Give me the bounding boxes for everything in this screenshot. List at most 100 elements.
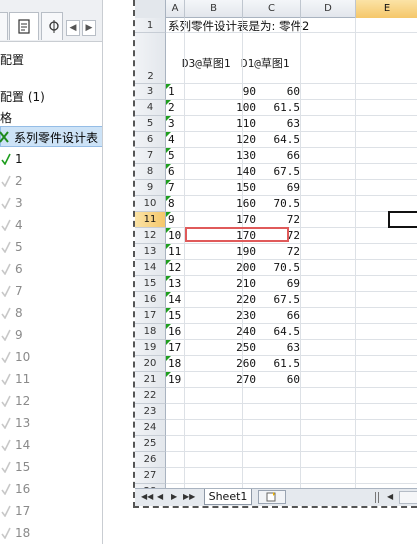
active-cell-e11[interactable]	[388, 211, 417, 228]
cell-a-config-name[interactable]: 6	[168, 165, 175, 178]
config-item-4[interactable]: 4	[0, 215, 102, 237]
cell-a-config-name[interactable]: 10	[168, 229, 181, 242]
config-item-18[interactable]: 18	[0, 523, 102, 544]
cell-a-config-name[interactable]: 5	[168, 149, 175, 162]
row-header-2[interactable]: 2	[135, 33, 166, 84]
cell-c-d1-value[interactable]: 61.5	[243, 357, 301, 370]
panel-scroll-left-button[interactable]: ◀	[66, 20, 80, 36]
last-sheet-button[interactable]: ▶▶	[183, 492, 195, 501]
cell-a-config-name[interactable]: 18	[168, 357, 181, 370]
row-header-24[interactable]: 24	[135, 420, 166, 436]
column-header-a[interactable]: A	[166, 0, 185, 18]
cell-a-config-name[interactable]: 17	[168, 341, 181, 354]
row-header-1[interactable]: 1	[135, 18, 166, 33]
config-item-12[interactable]: 12	[0, 391, 102, 413]
row-header-27[interactable]: 27	[135, 468, 166, 484]
cell-a-config-name[interactable]: 9	[168, 213, 175, 226]
row-header-21[interactable]: 21	[135, 372, 166, 388]
cell-a-config-name[interactable]: 4	[168, 133, 175, 146]
panel-splitter-handle[interactable]	[102, 376, 103, 386]
cell-c-d1-value[interactable]: 64.5	[243, 325, 301, 338]
cell-c-d1-value[interactable]: 63	[243, 341, 300, 354]
cell-a-config-name[interactable]: 7	[168, 181, 175, 194]
tab-configuration-manager[interactable]	[41, 12, 63, 40]
row-header-25[interactable]: 25	[135, 436, 166, 452]
row-header-8[interactable]: 8	[135, 164, 166, 180]
row-header-19[interactable]: 19	[135, 340, 166, 356]
row-header-17[interactable]: 17	[135, 308, 166, 324]
row-header-23[interactable]: 23	[135, 404, 166, 420]
prev-sheet-button[interactable]: ◀	[157, 492, 163, 501]
cell-a-config-name[interactable]: 13	[168, 277, 181, 290]
config-item-10[interactable]: 10	[0, 347, 102, 369]
column-header-e[interactable]: E	[356, 0, 417, 18]
cell-c-d1-value[interactable]: 70.5	[243, 197, 301, 210]
row-header-14[interactable]: 14	[135, 260, 166, 276]
cell-c-d1-value[interactable]: 69	[243, 181, 300, 194]
row-header-22[interactable]: 22	[135, 388, 166, 404]
cell-c-d1-value[interactable]: 70.5	[243, 261, 301, 274]
tab-partial[interactable]	[0, 12, 8, 40]
config-item-16[interactable]: 16	[0, 479, 102, 501]
row-header-13[interactable]: 13	[135, 244, 166, 260]
cell-c2-header[interactable]: D1@草图1	[241, 55, 290, 71]
cell-c-d1-value[interactable]: 72	[243, 213, 300, 226]
config-item-15[interactable]: 15	[0, 457, 102, 479]
config-item-13[interactable]: 13	[0, 413, 102, 435]
insert-sheet-button[interactable]	[258, 490, 286, 504]
design-table-item[interactable]: 系列零件设计表	[0, 126, 102, 147]
cell-grid[interactable]: 系列零件设计表是为: 零件2 D3@草图1 D1@草图1 1 90 60 2 100 61…	[166, 18, 417, 500]
cell-c-d1-value[interactable]: 60	[243, 85, 300, 98]
cell-a-config-name[interactable]: 2	[168, 101, 175, 114]
cell-c-d1-value[interactable]: 67.5	[243, 293, 301, 306]
config-item-9[interactable]: 9	[0, 325, 102, 347]
row-header-12[interactable]: 12	[135, 228, 166, 244]
config-item-14[interactable]: 14	[0, 435, 102, 457]
row-header-15[interactable]: 15	[135, 276, 166, 292]
cell-a-config-name[interactable]: 16	[168, 325, 181, 338]
cell-a-config-name[interactable]: 3	[168, 117, 175, 130]
cell-c-d1-value[interactable]: 66	[243, 309, 300, 322]
cell-a-config-name[interactable]: 15	[168, 309, 181, 322]
cell-c-d1-value[interactable]: 61.5	[243, 101, 301, 114]
config-item-7[interactable]: 7	[0, 281, 102, 303]
row-header-6[interactable]: 6	[135, 132, 166, 148]
row-header-10[interactable]: 10	[135, 196, 166, 212]
cell-c-d1-value[interactable]: 66	[243, 149, 300, 162]
column-header-d[interactable]: D	[301, 0, 356, 18]
row-header-18[interactable]: 18	[135, 324, 166, 340]
cell-a-config-name[interactable]: 12	[168, 261, 181, 274]
tab-property-manager[interactable]	[9, 12, 39, 40]
config-item-5[interactable]: 5	[0, 237, 102, 259]
next-sheet-button[interactable]: ▶	[171, 492, 177, 501]
row-header-9[interactable]: 9	[135, 180, 166, 196]
cell-a-config-name[interactable]: 19	[168, 373, 181, 386]
row-header-20[interactable]: 20	[135, 356, 166, 372]
cell-b2-header[interactable]: D3@草图1	[182, 55, 231, 71]
row-header-5[interactable]: 5	[135, 116, 166, 132]
sheet-tab-sheet1[interactable]: Sheet1	[204, 489, 252, 505]
cell-a-config-name[interactable]: 14	[168, 293, 181, 306]
column-header-c[interactable]: C	[243, 0, 301, 18]
row-header-3[interactable]: 3	[135, 84, 166, 100]
config-item-11[interactable]: 11	[0, 369, 102, 391]
row-header-11[interactable]: 11	[135, 212, 166, 228]
config-item-1[interactable]: 1	[0, 149, 102, 171]
row-header-16[interactable]: 16	[135, 292, 166, 308]
horizontal-split-handle[interactable]	[375, 492, 379, 503]
cell-a-config-name[interactable]: 8	[168, 197, 175, 210]
cell-c-d1-value[interactable]: 69	[243, 277, 300, 290]
cell-a-config-name[interactable]: 1	[168, 85, 175, 98]
row-header-26[interactable]: 26	[135, 452, 166, 468]
select-all-corner[interactable]	[135, 0, 166, 18]
row-header-7[interactable]: 7	[135, 148, 166, 164]
config-item-8[interactable]: 8	[0, 303, 102, 325]
row-header-4[interactable]: 4	[135, 100, 166, 116]
tables-item[interactable]: 表格	[0, 109, 12, 126]
cell-c-d1-value[interactable]: 60	[243, 373, 300, 386]
scroll-left-arrow[interactable]: ◀	[387, 492, 393, 501]
config-item-6[interactable]: 6	[0, 259, 102, 281]
panel-scroll-right-button[interactable]: ▶	[82, 20, 96, 36]
cell-a1-title[interactable]: 系列零件设计表是为: 零件2	[168, 18, 309, 34]
config-item-2[interactable]: 2	[0, 171, 102, 193]
